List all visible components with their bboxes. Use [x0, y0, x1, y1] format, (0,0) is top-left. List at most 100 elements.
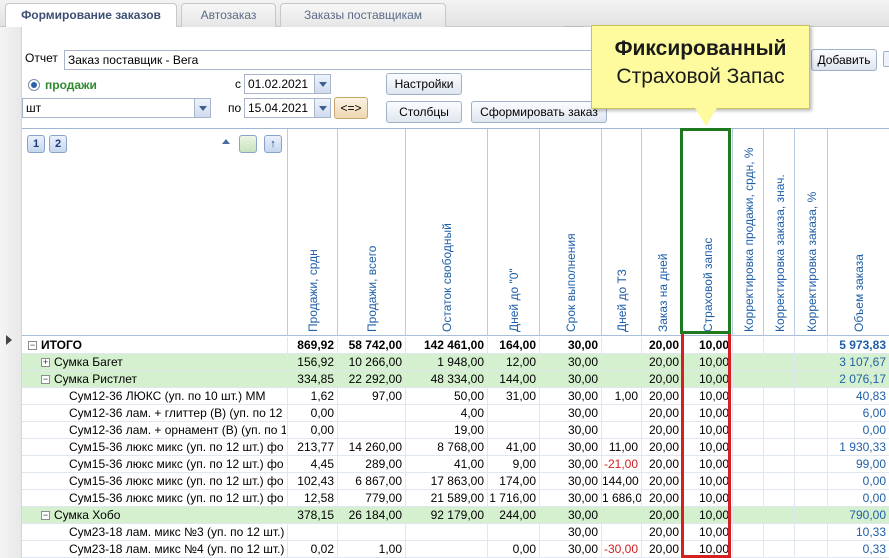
table-cell[interactable]	[794, 439, 827, 456]
expand-icon[interactable]: +	[41, 358, 50, 368]
table-cell[interactable]	[601, 337, 641, 354]
table-cell[interactable]: 20,00	[641, 354, 682, 371]
column-header[interactable]: Продажи, срдн	[287, 129, 337, 336]
table-cell[interactable]: 20,00	[641, 337, 682, 354]
table-cell[interactable]: 11,00	[601, 439, 641, 456]
table-cell[interactable]: 0,00	[287, 422, 337, 439]
date-from-field[interactable]: 01.02.2021	[244, 74, 331, 94]
table-cell[interactable]: 30,00	[539, 456, 601, 473]
column-header[interactable]: Дней до ТЗ	[601, 129, 641, 336]
table-cell[interactable]	[732, 422, 763, 439]
table-cell[interactable]	[732, 473, 763, 490]
column-header[interactable]: Остаток свободный	[405, 129, 487, 336]
table-cell[interactable]	[601, 405, 641, 422]
table-cell[interactable]: 40,83	[827, 388, 889, 405]
collapse-icon[interactable]: −	[41, 511, 50, 521]
chevron-down-icon[interactable]	[194, 99, 210, 117]
tab-order-forming[interactable]: Формирование заказов	[5, 3, 177, 28]
table-cell[interactable]	[763, 405, 794, 422]
table-cell[interactable]	[601, 354, 641, 371]
table-cell[interactable]: 30,00	[539, 507, 601, 524]
table-cell[interactable]	[732, 456, 763, 473]
table-cell[interactable]: 164,00	[487, 337, 539, 354]
table-cell[interactable]: 22 292,00	[337, 371, 405, 388]
table-cell[interactable]: 6 867,00	[337, 473, 405, 490]
table-cell[interactable]	[405, 524, 487, 541]
table-cell[interactable]	[763, 388, 794, 405]
table-cell[interactable]: 30,00	[539, 541, 601, 558]
table-cell[interactable]: 5 973,83	[827, 337, 889, 354]
table-cell[interactable]: 790,00	[827, 507, 889, 524]
table-cell[interactable]: 30,00	[539, 405, 601, 422]
table-cell[interactable]: 30,00	[539, 473, 601, 490]
table-cell[interactable]	[732, 507, 763, 524]
table-cell[interactable]: 50,00	[405, 388, 487, 405]
group-row[interactable]: + Сумка Багет 156,92 10 266,00 1 948,00 12,00…	[22, 354, 889, 371]
table-cell[interactable]	[763, 473, 794, 490]
table-cell[interactable]: 30,00	[539, 422, 601, 439]
table-cell[interactable]: 3 107,67	[827, 354, 889, 371]
table-cell[interactable]	[732, 541, 763, 558]
group-level-2-button[interactable]: 2	[49, 135, 67, 153]
table-row[interactable]: Сум15-36 люкс микс (уп. по 12 шт.) фо 102…	[22, 473, 889, 490]
table-cell[interactable]: 0,00	[827, 422, 889, 439]
table-cell[interactable]: 30,00	[539, 524, 601, 541]
columns-button[interactable]: Столбцы	[386, 101, 462, 123]
table-cell[interactable]: 12,00	[487, 354, 539, 371]
table-cell[interactable]: 99,00	[827, 456, 889, 473]
table-cell[interactable]: 8 768,00	[405, 439, 487, 456]
table-cell[interactable]	[405, 541, 487, 558]
table-cell[interactable]	[763, 524, 794, 541]
table-cell[interactable]: 41,00	[405, 456, 487, 473]
table-cell[interactable]	[763, 422, 794, 439]
table-cell[interactable]	[287, 524, 337, 541]
table-cell[interactable]	[337, 405, 405, 422]
table-cell[interactable]: 9,00	[487, 456, 539, 473]
table-cell[interactable]: 26 184,00	[337, 507, 405, 524]
table-cell[interactable]: 6,00	[827, 405, 889, 422]
table-cell[interactable]	[732, 524, 763, 541]
table-cell[interactable]: 31,00	[487, 388, 539, 405]
table-cell[interactable]: 4,00	[405, 405, 487, 422]
add-button[interactable]: Добавить	[811, 49, 877, 71]
table-cell[interactable]	[732, 354, 763, 371]
table-cell[interactable]	[794, 524, 827, 541]
sales-radio[interactable]	[28, 79, 40, 91]
total-row[interactable]: − ИТОГО 869,92 58 742,00 142 461,00 164,00 30,…	[22, 337, 889, 354]
table-cell[interactable]: 20,00	[641, 439, 682, 456]
table-cell[interactable]	[794, 371, 827, 388]
side-collapse-strip[interactable]	[0, 27, 22, 558]
table-cell[interactable]: 20,00	[641, 405, 682, 422]
table-cell[interactable]: 20,00	[641, 541, 682, 558]
calendar-dropdown-icon[interactable]	[314, 99, 330, 117]
table-cell[interactable]: 19,00	[405, 422, 487, 439]
table-cell[interactable]	[732, 439, 763, 456]
table-cell[interactable]: 92 179,00	[405, 507, 487, 524]
table-cell[interactable]: 20,00	[641, 490, 682, 507]
table-cell[interactable]	[794, 388, 827, 405]
table-cell[interactable]: 12,58	[287, 490, 337, 507]
table-cell[interactable]	[732, 337, 763, 354]
table-cell[interactable]: 58 742,00	[337, 337, 405, 354]
collapse-icon[interactable]: −	[28, 341, 37, 351]
table-cell[interactable]	[487, 405, 539, 422]
table-cell[interactable]: 334,85	[287, 371, 337, 388]
column-header[interactable]: Корректировка заказа, знач.	[763, 129, 794, 336]
table-cell[interactable]: 1,00	[337, 541, 405, 558]
scroll-handle[interactable]	[883, 51, 889, 67]
collapse-icon[interactable]: −	[41, 375, 50, 385]
table-cell[interactable]: 174,00	[487, 473, 539, 490]
table-cell[interactable]: 869,92	[287, 337, 337, 354]
table-cell[interactable]: 20,00	[641, 524, 682, 541]
table-row[interactable]: Сум15-36 люкс микс (уп. по 12 шт.) фо 213…	[22, 439, 889, 456]
settings-button[interactable]: Настройки	[386, 73, 462, 95]
table-cell[interactable]: 1 948,00	[405, 354, 487, 371]
date-to-field[interactable]: 15.04.2021	[244, 98, 331, 118]
table-cell[interactable]: -30,00	[601, 541, 641, 558]
table-cell[interactable]	[732, 388, 763, 405]
tab-supplier-orders[interactable]: Заказы поставщикам	[280, 3, 446, 27]
table-cell[interactable]: 97,00	[337, 388, 405, 405]
table-cell[interactable]: 102,43	[287, 473, 337, 490]
table-cell[interactable]	[794, 422, 827, 439]
table-cell[interactable]: 0,00	[287, 405, 337, 422]
